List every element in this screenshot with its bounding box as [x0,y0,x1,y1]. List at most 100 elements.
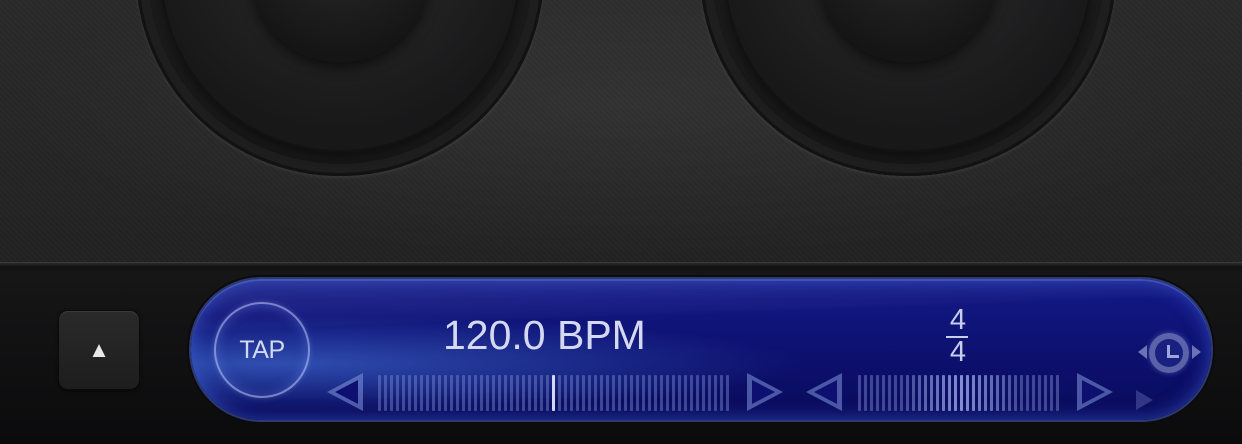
slider-tick [462,375,465,411]
slider-tick [1002,375,1005,411]
signature-decrease-arrow-icon[interactable] [806,373,842,411]
slider-tick [702,375,705,411]
slider-tick [714,375,717,411]
tempo-decrease-arrow-icon[interactable] [327,373,363,411]
slider-tick [576,375,579,411]
slider-tick [618,375,621,411]
slider-tick [900,375,903,411]
tempo-increase-arrow-icon[interactable] [747,373,783,411]
slider-tick [468,375,471,411]
signature-slider[interactable] [858,375,1059,411]
slider-tick [594,375,597,411]
slider-tick [444,375,447,411]
slider-tick [390,375,393,411]
metronome-prev-arrow-icon[interactable] [1138,345,1147,359]
up-button[interactable]: ▲ [59,311,139,389]
slider-tick [990,375,993,411]
slider-tick [924,375,927,411]
slider-tick [930,375,933,411]
tempo-readout: 120.0 BPM [443,312,646,358]
slider-tick [696,375,699,411]
slider-tick [492,375,495,411]
metronome-clock-icon[interactable] [1149,333,1189,373]
slider-tick [426,375,429,411]
tap-label: TAP [239,335,285,364]
slider-tick [894,375,897,411]
slider-tick [498,375,501,411]
metronome-next-arrow-icon[interactable] [1192,345,1201,359]
play-arrow-icon[interactable] [1136,390,1153,410]
slider-tick [966,375,969,411]
signature-increase-arrow-icon[interactable] [1077,373,1113,411]
slider-tick [558,375,561,411]
slider-tick [858,375,861,411]
slider-tick [588,375,591,411]
slider-tick [648,375,651,411]
slider-tick [642,375,645,411]
slider-tick [414,375,417,411]
slider-tick [882,375,885,411]
slider-tick [954,375,957,411]
speaker-panel [0,0,1242,262]
slider-tick [912,375,915,411]
slider-tick [552,375,555,411]
slider-tick [540,375,543,411]
slider-tick [1020,375,1023,411]
slider-tick [570,375,573,411]
slider-tick [690,375,693,411]
slider-tick [726,375,729,411]
slider-tick [474,375,477,411]
slider-tick [960,375,963,411]
slider-tick [522,375,525,411]
slider-tick [996,375,999,411]
slider-tick [480,375,483,411]
slider-tick [606,375,609,411]
slider-tick [384,375,387,411]
slider-tick [582,375,585,411]
slider-tick [654,375,657,411]
speaker-dust-cap-right [818,0,998,62]
slider-tick [438,375,441,411]
speaker-left [136,0,544,176]
tap-tempo-button[interactable]: TAP [214,302,310,398]
slider-tick [864,375,867,411]
slider-tick [420,375,423,411]
slider-tick [984,375,987,411]
tempo-slider[interactable] [378,375,729,411]
time-signature-denominator[interactable]: 4 [940,337,976,367]
slider-tick [1038,375,1041,411]
slider-tick [972,375,975,411]
slider-tick [408,375,411,411]
slider-tick [1050,375,1053,411]
slider-tick [660,375,663,411]
slider-tick [1014,375,1017,411]
slider-tick [672,375,675,411]
speaker-cone-left [160,0,520,152]
slider-tick [612,375,615,411]
slider-tick [546,375,549,411]
slider-tick [978,375,981,411]
slider-tick [624,375,627,411]
slider-tick [402,375,405,411]
slider-tick [630,375,633,411]
slider-tick [708,375,711,411]
slider-tick [1044,375,1047,411]
slider-tick [1026,375,1029,411]
slider-tick [1032,375,1035,411]
slider-tick [1056,375,1059,411]
slider-tick [534,375,537,411]
slider-tick [510,375,513,411]
slider-tick [948,375,951,411]
slider-tick [666,375,669,411]
slider-tick [450,375,453,411]
slider-tick [684,375,687,411]
slider-tick [1008,375,1011,411]
slider-tick [936,375,939,411]
slider-tick [396,375,399,411]
slider-tick [918,375,921,411]
speaker-dust-cap-left [250,0,430,62]
slider-tick [942,375,945,411]
slider-tick [876,375,879,411]
time-signature-numerator[interactable]: 4 [940,305,976,335]
slider-tick [906,375,909,411]
